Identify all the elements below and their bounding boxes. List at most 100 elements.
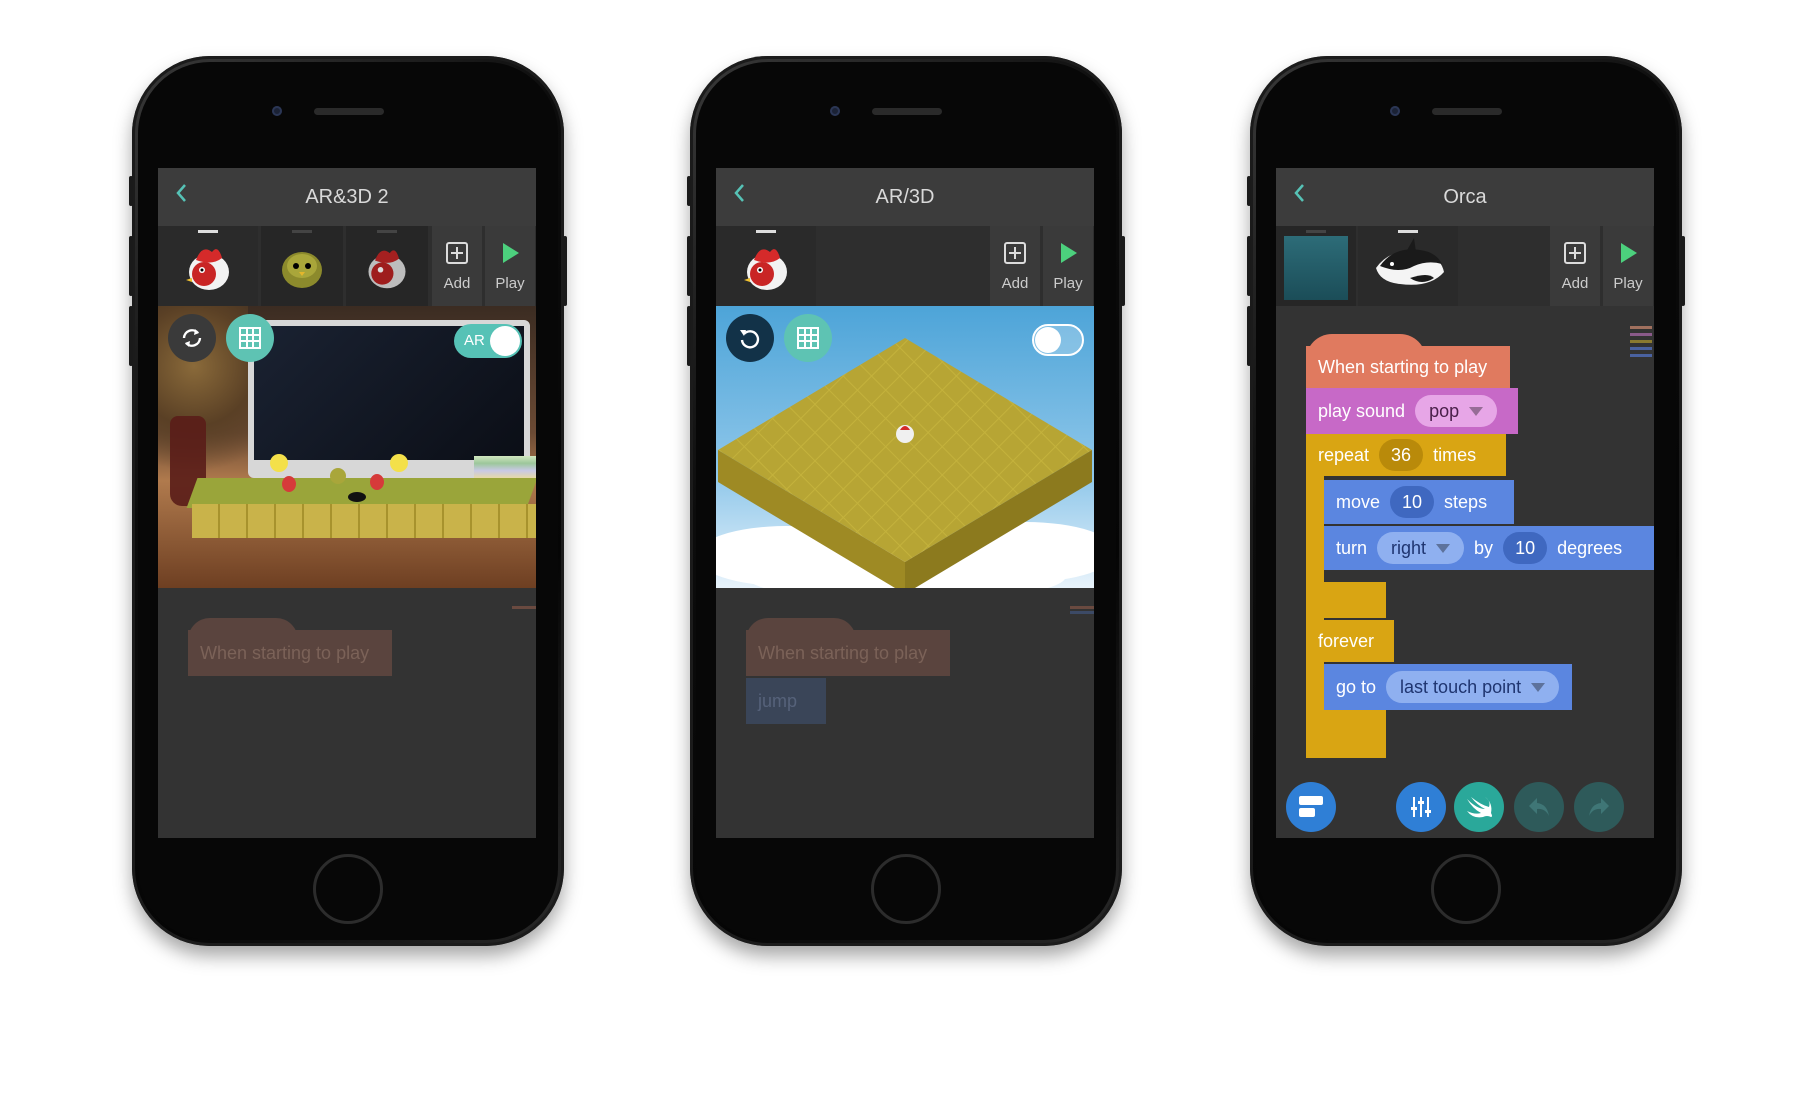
- input-value: 10: [1402, 491, 1423, 512]
- ghost-block-label: When starting to play: [200, 642, 370, 663]
- degrees-input[interactable]: 10: [1503, 532, 1548, 564]
- mini-map-line: [1630, 347, 1652, 350]
- screen: AR&3D 2 Add Play AR When starting to pla…: [158, 168, 536, 838]
- target-dropdown[interactable]: last touch point: [1386, 671, 1560, 703]
- block-palette-button[interactable]: [1286, 782, 1336, 832]
- nav-bar: AR&3D 2: [158, 168, 536, 226]
- mini-map-line: [1070, 606, 1094, 609]
- play-sound-block[interactable]: play sound pop: [1306, 388, 1518, 434]
- back-chevron-icon[interactable]: [732, 182, 746, 204]
- code-area: When starting to play: [158, 588, 536, 838]
- repeat-block[interactable]: repeat 36 times: [1306, 434, 1506, 476]
- ar-toggle[interactable]: AR: [454, 324, 522, 358]
- sprite-tabbar: Add Play: [1276, 226, 1654, 309]
- chevron-down-icon: [1469, 406, 1484, 416]
- reset-button[interactable]: [726, 314, 774, 362]
- ar-camera-stage[interactable]: AR: [158, 306, 536, 588]
- phone-2: AR/3D Add Play When starting to play jum…: [687, 56, 1125, 946]
- nav-bar: AR/3D: [716, 168, 1094, 226]
- side-button: [687, 236, 691, 296]
- ghost-block-label: jump: [758, 690, 798, 711]
- front-camera: [830, 106, 840, 116]
- side-button: [129, 236, 133, 296]
- back-chevron-icon[interactable]: [1292, 182, 1306, 204]
- home-button[interactable]: [1431, 854, 1501, 924]
- grid-toggle-button[interactable]: [784, 314, 832, 362]
- direction-dropdown[interactable]: right: [1377, 532, 1465, 564]
- orca-sprite: [348, 492, 366, 502]
- go-to-block[interactable]: go to last touch point: [1324, 664, 1572, 710]
- play-label: Play: [1053, 275, 1083, 292]
- sprite-tab-bird[interactable]: [261, 226, 343, 306]
- rooster-sprite-icon: [744, 249, 787, 290]
- orca-sprite-icon: [1376, 238, 1444, 285]
- dropdown-value: right: [1391, 537, 1427, 558]
- sprite-tab-rooster[interactable]: [158, 226, 258, 309]
- swift-export-button[interactable]: [1454, 782, 1504, 832]
- tab-indicator: [292, 230, 312, 233]
- redo-button[interactable]: [1574, 782, 1624, 832]
- screen: AR/3D Add Play When starting to play jum…: [716, 168, 1094, 838]
- play-button[interactable]: Play: [485, 226, 535, 306]
- home-button[interactable]: [871, 854, 941, 924]
- block-label: turn: [1336, 537, 1368, 558]
- steps-input[interactable]: 10: [1390, 486, 1435, 518]
- ghost-block-label: When starting to play: [758, 642, 928, 663]
- active-indicator: [756, 230, 776, 233]
- add-label: Add: [1561, 275, 1589, 292]
- page-title: AR&3D 2: [305, 185, 389, 208]
- tab-indicator: [1306, 230, 1326, 233]
- block-label: move: [1336, 491, 1381, 512]
- rooster-sprite-icon: [368, 250, 406, 289]
- 3d-stage[interactable]: [716, 306, 1094, 588]
- block-suffix: degrees: [1557, 537, 1623, 558]
- code-area: When starting to play play sound pop rep…: [1276, 306, 1654, 838]
- ghost-when-starting-block[interactable]: When starting to play: [746, 630, 950, 676]
- forever-block[interactable]: forever: [1306, 620, 1394, 662]
- back-chevron-icon[interactable]: [174, 182, 188, 204]
- grid-toggle-button[interactable]: [226, 314, 274, 362]
- block-suffix: steps: [1444, 491, 1488, 512]
- page-title: AR/3D: [875, 185, 935, 208]
- ghost-jump-block[interactable]: jump: [746, 678, 826, 724]
- mini-map-line: [1630, 340, 1652, 343]
- add-button[interactable]: Add: [1550, 226, 1600, 306]
- input-value: 36: [1391, 444, 1412, 465]
- sprite-tab-rooster[interactable]: [716, 226, 816, 309]
- move-block[interactable]: move 10 steps: [1324, 480, 1514, 524]
- block-label: go to: [1336, 676, 1377, 697]
- add-button[interactable]: Add: [432, 226, 482, 306]
- backdrop-tab[interactable]: [1276, 226, 1356, 306]
- add-button[interactable]: Add: [990, 226, 1040, 306]
- side-button: [129, 306, 133, 366]
- plus-icon: [1564, 242, 1586, 264]
- home-button[interactable]: [313, 854, 383, 924]
- ghost-when-starting-block[interactable]: When starting to play: [188, 630, 392, 676]
- repeat-count-input[interactable]: 36: [1379, 439, 1424, 471]
- block-label: forever: [1318, 630, 1375, 651]
- ar-toggle-label: AR: [464, 332, 485, 349]
- mini-map-line: [512, 606, 536, 609]
- mini-map-line: [1630, 354, 1652, 357]
- settings-sliders-button[interactable]: [1396, 782, 1446, 832]
- side-button: [1247, 306, 1251, 366]
- reset-button[interactable]: [168, 314, 216, 362]
- sprite-tabbar: Add Play: [158, 226, 536, 309]
- when-starting-block[interactable]: When starting to play: [1306, 346, 1510, 388]
- play-button[interactable]: Play: [1603, 226, 1653, 306]
- undo-icon: [1529, 798, 1549, 816]
- sprite-tab-rooster-2[interactable]: [346, 226, 428, 306]
- turn-block[interactable]: turn right by 10 degrees: [1324, 526, 1654, 570]
- ar-toggle[interactable]: [1032, 324, 1084, 356]
- side-button: [1247, 176, 1251, 206]
- tree-sprite: [270, 454, 288, 472]
- block-label: When starting to play: [1318, 356, 1488, 377]
- sprite-tab-orca[interactable]: [1358, 226, 1458, 309]
- play-button[interactable]: Play: [1043, 226, 1093, 306]
- palette-icon: [1299, 796, 1323, 817]
- platform-front: [192, 504, 536, 538]
- undo-button[interactable]: [1514, 782, 1564, 832]
- sound-dropdown[interactable]: pop: [1415, 395, 1498, 427]
- add-label: Add: [1001, 275, 1029, 292]
- earpiece: [1432, 108, 1502, 115]
